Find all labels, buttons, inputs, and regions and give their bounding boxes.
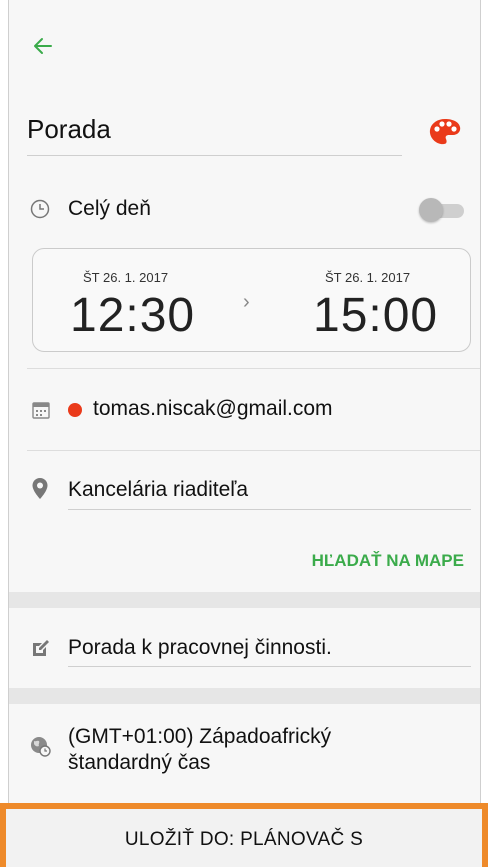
divider <box>27 368 480 369</box>
start-date[interactable]: ŠT 26. 1. 2017 <box>83 270 168 285</box>
edit-note-icon <box>33 640 49 656</box>
location-pin-icon <box>32 478 48 499</box>
toggle-knob <box>419 198 443 222</box>
left-frame <box>0 0 9 867</box>
timezone-selector[interactable]: (GMT+01:00) Západoafrický štandardný čas <box>68 724 458 776</box>
notes-input[interactable]: Porada k pracovnej činnosti. <box>68 636 332 660</box>
divider <box>27 450 480 451</box>
end-date[interactable]: ŠT 26. 1. 2017 <box>325 270 410 285</box>
timezone-line-2: štandardný čas <box>68 751 211 774</box>
location-underline <box>68 509 471 510</box>
calendar-icon <box>32 402 50 419</box>
location-input[interactable]: Kancelária riaditeľa <box>68 478 248 502</box>
arrow-left-icon[interactable] <box>27 30 59 62</box>
globe-clock-icon <box>31 737 51 757</box>
chevron-right-icon: › <box>243 291 250 313</box>
section-gap <box>9 688 480 704</box>
timezone-line-1: (GMT+01:00) Západoafrický <box>68 725 332 748</box>
section-gap <box>9 592 480 608</box>
palette-icon[interactable] <box>428 117 462 147</box>
save-bar[interactable]: ULOŽIŤ DO: PLÁNOVAČ S <box>0 803 488 867</box>
start-time[interactable]: 12:30 <box>70 288 195 343</box>
title-underline <box>27 155 402 156</box>
save-button-label: ULOŽIŤ DO: PLÁNOVAČ S <box>124 829 364 850</box>
all-day-toggle[interactable] <box>416 198 464 222</box>
time-range-box: ŠT 26. 1. 2017 12:30 › ŠT 26. 1. 2017 15… <box>32 248 471 352</box>
end-time[interactable]: 15:00 <box>313 288 438 343</box>
search-on-map-button[interactable]: HĽADAŤ NA MAPE <box>312 551 464 571</box>
calendar-color-dot <box>68 403 82 417</box>
calendar-account[interactable]: tomas.niscak@gmail.com <box>93 397 333 421</box>
clock-icon <box>30 199 50 219</box>
right-frame <box>480 0 488 867</box>
notes-underline <box>68 666 471 667</box>
all-day-label: Celý deň <box>68 197 151 220</box>
event-title-input[interactable]: Porada <box>27 114 111 145</box>
event-edit-screen: Porada Celý deň ŠT 26. 1. 2017 12:30 › Š… <box>9 0 480 867</box>
